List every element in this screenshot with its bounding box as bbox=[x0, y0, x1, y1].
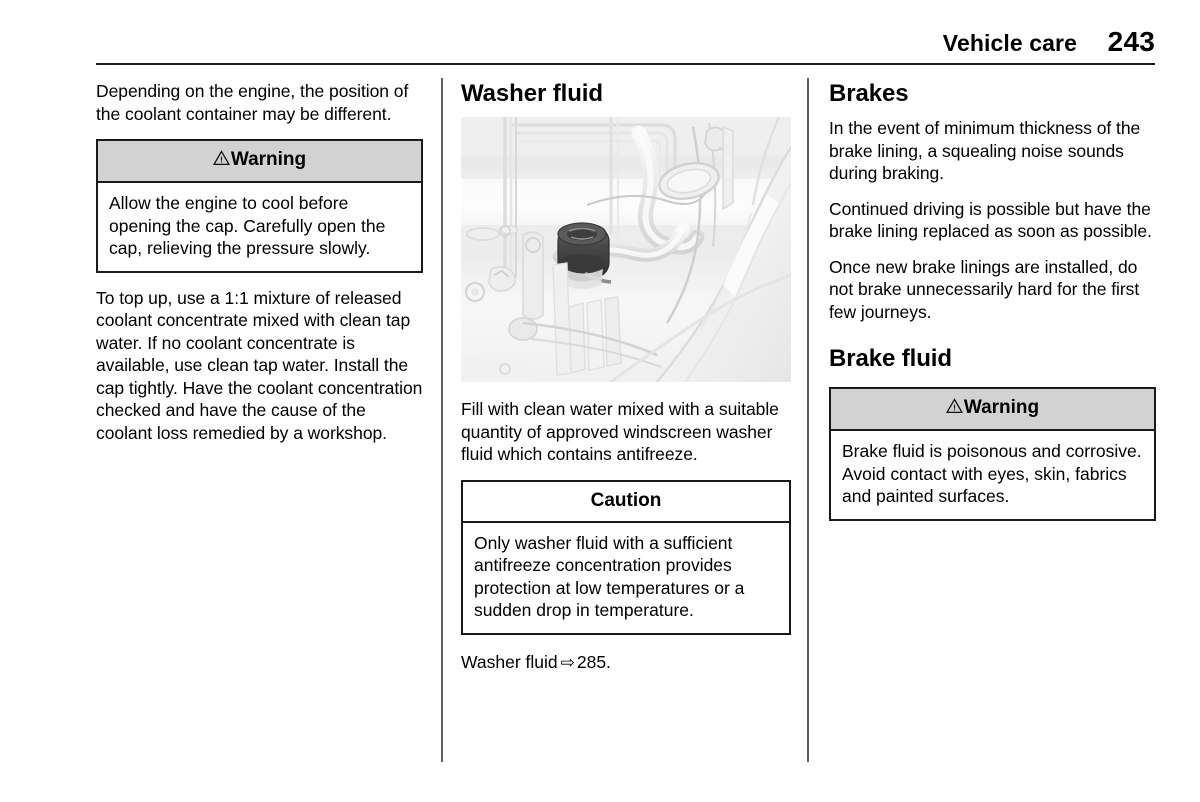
right-column: Brakes In the event of minimum thickness… bbox=[829, 80, 1156, 535]
page-number: 243 bbox=[1107, 26, 1155, 57]
caution-box-washer: Caution Only washer fluid with a suffici… bbox=[461, 479, 791, 635]
header-rule bbox=[96, 63, 1155, 65]
coolant-intro-paragraph: Depending on the engine, the position of… bbox=[96, 81, 409, 124]
warning-box-header: Warning bbox=[831, 389, 1154, 431]
warning-box-label: Warning bbox=[963, 397, 1040, 418]
column-divider-left bbox=[441, 78, 443, 762]
brakes-paragraph-3: Once new brake linings are installed, do… bbox=[829, 256, 1140, 322]
warning-box-label: Warning bbox=[230, 149, 307, 170]
left-column: Depending on the engine, the position of… bbox=[96, 80, 423, 444]
warning-triangle-icon bbox=[212, 150, 230, 172]
washer-fluid-reservoir-photo bbox=[461, 117, 791, 382]
cross-reference-page: 285. bbox=[576, 651, 611, 672]
warning-triangle-icon bbox=[945, 398, 963, 420]
brakes-heading: Brakes bbox=[829, 80, 909, 107]
warning-box-coolant: Warning Allow the engine to cool before … bbox=[96, 139, 423, 273]
brakes-paragraph-1: In the event of minimum thickness of the… bbox=[829, 118, 1141, 183]
page-title: Vehicle care bbox=[942, 30, 1077, 56]
caution-box-text: Only washer fluid with a sufficient anti… bbox=[474, 532, 745, 621]
warning-box-text: Brake fluid is poisonous and corrosive. … bbox=[842, 441, 1142, 506]
warning-box-header: Warning bbox=[98, 141, 421, 183]
washer-fluid-heading: Washer fluid bbox=[461, 80, 603, 107]
column-divider-right bbox=[807, 78, 809, 762]
warning-box-brake-fluid: Warning Brake fluid is poisonous and cor… bbox=[829, 387, 1156, 521]
washer-fluid-cross-reference[interactable]: Washer fluid ⇨ 285. bbox=[461, 651, 791, 675]
warning-box-text: Allow the engine to cool before opening … bbox=[109, 193, 386, 258]
brakes-paragraph-2: Continued driving is possible but have t… bbox=[829, 198, 1152, 242]
coolant-topup-paragraph: To top up, use a 1:1 mixture of released… bbox=[96, 287, 423, 443]
brake-fluid-heading: Brake fluid bbox=[829, 345, 952, 372]
cross-reference-label: Washer fluid bbox=[461, 651, 558, 672]
page-header: Vehicle care 243 bbox=[96, 26, 1155, 65]
washer-fill-paragraph: Fill with clean water mixed with a suita… bbox=[461, 399, 779, 464]
caution-box-header: Caution bbox=[463, 481, 789, 523]
middle-column: Washer fluid Fill with clean water mixed… bbox=[461, 80, 791, 674]
cross-reference-arrow-icon: ⇨ bbox=[560, 652, 575, 672]
